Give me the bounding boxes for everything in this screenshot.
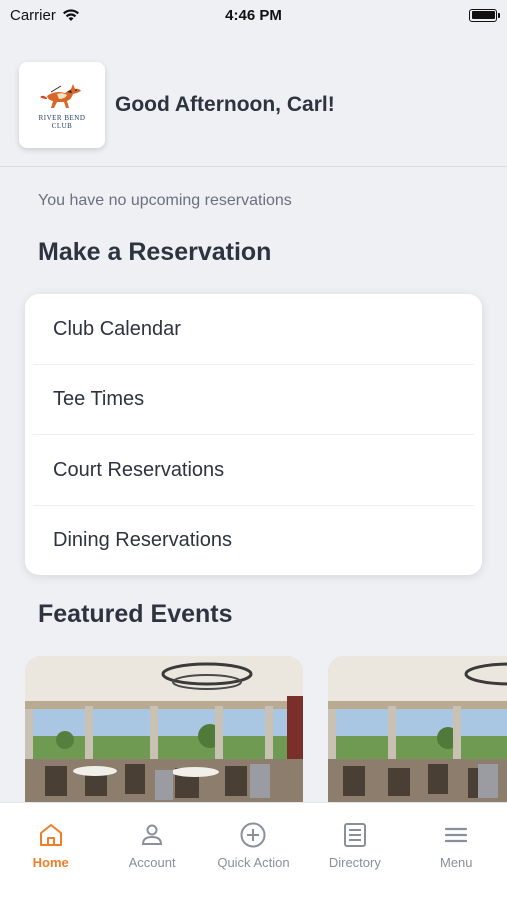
- fox-logo-icon: [40, 84, 81, 108]
- carrier-label: Carrier: [10, 6, 56, 24]
- battery-icon: [469, 8, 500, 22]
- status-bar: Carrier 4:46 PM: [0, 0, 507, 30]
- tab-directory[interactable]: Directory: [305, 821, 405, 900]
- header: RIVER BEND CLUB Good Afternoon, Carl!: [19, 62, 507, 148]
- court-reservations-label: Court Reservations: [53, 458, 225, 481]
- tab-menu-label: Menu: [439, 855, 473, 870]
- tee-times-label: Tee Times: [53, 388, 145, 411]
- header-divider: [0, 166, 507, 167]
- court-reservations-item[interactable]: Court Reservations: [25, 435, 482, 506]
- hamburger-icon: [445, 827, 468, 843]
- logo-text-line1: RIVER BEND: [38, 114, 86, 122]
- dining-reservations-item[interactable]: Dining Reservations: [25, 506, 482, 576]
- plus-circle-icon: [240, 822, 266, 848]
- no-reservations-text: You have no upcoming reservations: [38, 192, 292, 209]
- list-icon: [343, 823, 366, 847]
- wifi-icon: [62, 9, 79, 21]
- club-calendar-label: Club Calendar: [53, 317, 181, 340]
- home-icon: [39, 824, 62, 846]
- tee-times-item[interactable]: Tee Times: [25, 365, 482, 436]
- tab-home[interactable]: Home: [1, 821, 101, 900]
- make-reservation-title: Make a Reservation: [38, 238, 272, 266]
- tab-account-label: Account: [128, 855, 176, 870]
- dining-room-photo: [328, 656, 507, 806]
- tab-quick-action[interactable]: Quick Action: [203, 821, 303, 900]
- dining-reservations-label: Dining Reservations: [53, 529, 232, 552]
- tab-home-label: Home: [32, 855, 69, 870]
- tab-directory-label: Directory: [328, 855, 381, 870]
- tab-menu[interactable]: Menu: [406, 821, 506, 900]
- featured-event-card[interactable]: [25, 656, 303, 806]
- club-logo: RIVER BEND CLUB: [19, 62, 105, 148]
- tab-bar: Home Account Quick Action Directory Menu: [0, 802, 507, 900]
- status-left: Carrier: [10, 7, 80, 24]
- featured-events-title: Featured Events: [38, 600, 233, 628]
- reservation-menu-card: Club Calendar Tee Times Court Reservatio…: [25, 294, 482, 575]
- tab-quick-action-label: Quick Action: [217, 855, 290, 870]
- tab-account[interactable]: Account: [102, 821, 202, 900]
- featured-event-card[interactable]: [328, 656, 507, 806]
- person-icon: [142, 824, 163, 845]
- dining-room-photo: [25, 656, 303, 806]
- logo-text-line2: CLUB: [51, 122, 73, 130]
- club-calendar-item[interactable]: Club Calendar: [25, 294, 482, 365]
- greeting: Good Afternoon, Carl!: [115, 93, 335, 116]
